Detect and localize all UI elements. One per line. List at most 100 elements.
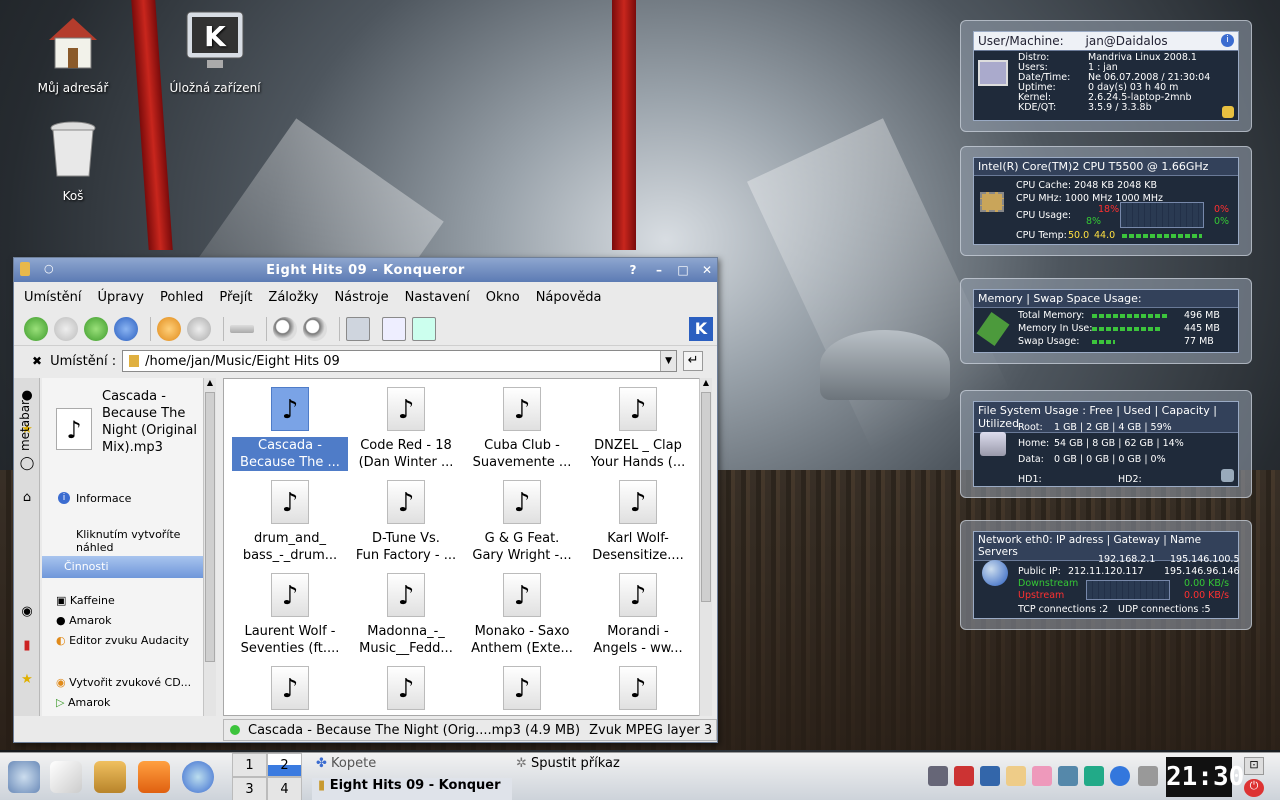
file-item[interactable]: ♪ Code Red - 18 (Dan Winter ... <box>348 387 464 471</box>
menu-edit[interactable]: Úpravy <box>98 290 144 305</box>
go-icon[interactable]: ↵ <box>683 351 704 371</box>
home-icon[interactable] <box>114 316 138 341</box>
file-view-scrollbar[interactable]: ▲ <box>699 378 712 716</box>
display-icon[interactable] <box>980 766 1000 786</box>
task-konqueror[interactable]: ▮ Eight Hits 09 - Konquer <box>312 778 512 800</box>
file-item[interactable]: ♪ Laurent Wolf - Seventies (ft.... <box>232 573 348 657</box>
text-editor-icon[interactable] <box>50 761 82 793</box>
network-icon[interactable] <box>1058 766 1078 786</box>
menu-help[interactable]: Nápověda <box>536 290 602 305</box>
konqueror-icon[interactable] <box>182 761 214 793</box>
home-folder-icon[interactable] <box>94 761 126 793</box>
menu-window[interactable]: Okno <box>486 290 520 305</box>
maximize-button[interactable]: □ <box>674 261 692 279</box>
lock-icon[interactable]: ⊡ <box>1244 757 1264 775</box>
menu-go[interactable]: Přejít <box>219 290 252 305</box>
action-kaffeine[interactable]: ▣ Kaffeine <box>56 594 115 607</box>
action-amarok-2[interactable]: ▷ Amarok <box>56 696 110 709</box>
preview-hint[interactable]: Kliknutím vytvoříte náhled <box>76 528 216 554</box>
info-icon[interactable]: i <box>1221 34 1234 47</box>
file-item[interactable]: ♪ Karl Wolf- Desensitize.... <box>580 480 696 564</box>
browser-icon[interactable] <box>1110 766 1130 786</box>
desktop-3[interactable]: 3 <box>232 777 267 800</box>
scroll-up-arrow[interactable]: ▲ <box>700 378 712 390</box>
window-titlebar[interactable]: ○ Eight Hits 09 - Konqueror ? – □ ✕ <box>14 258 717 282</box>
file-item[interactable]: ♪ Madonna_-_ Music__Fedd... <box>348 573 464 657</box>
vlc-icon[interactable] <box>138 761 170 793</box>
desktop-1[interactable]: 1 <box>232 753 267 777</box>
file-item[interactable]: ♪ Cuba Club - Suavemente ... <box>464 387 580 471</box>
clock[interactable]: 21:30 <box>1166 757 1244 797</box>
clear-location-icon[interactable]: ✖ <box>32 354 42 368</box>
menu-tools[interactable]: Nástroje <box>334 290 388 305</box>
file-label-line: Music__Fedd... <box>359 641 453 656</box>
task-run-command[interactable]: ✲ Spustit příkaz <box>516 756 706 776</box>
file-item[interactable]: ♪ <box>232 666 348 716</box>
sidebar-tab-metabar[interactable] <box>14 514 40 594</box>
up-icon[interactable] <box>84 316 108 341</box>
file-item[interactable]: ♪ <box>464 666 580 716</box>
preview-view-icon[interactable] <box>412 316 436 341</box>
forward-icon[interactable] <box>54 316 78 341</box>
close-button[interactable]: ✕ <box>698 261 716 279</box>
info-label[interactable]: Informace <box>76 492 131 505</box>
icon-view-icon[interactable] <box>346 316 370 341</box>
menu-view[interactable]: Pohled <box>160 290 203 305</box>
sidebar-tab-history[interactable]: ◯ <box>14 446 40 480</box>
reload-icon[interactable] <box>157 316 181 341</box>
filesystem-row-label: Data: <box>1018 454 1044 465</box>
scroll-up-arrow[interactable]: ▲ <box>204 378 216 390</box>
sidebar-tab-network[interactable]: ◉ <box>14 594 40 628</box>
klipper-icon[interactable] <box>954 766 974 786</box>
task-kopete[interactable]: ✤ Kopete <box>312 756 502 776</box>
cut-icon[interactable] <box>230 324 254 333</box>
menu-location[interactable]: Umístění <box>24 290 82 305</box>
desktop-2[interactable]: 2 <box>267 753 302 777</box>
menu-settings[interactable]: Nastavení <box>405 290 470 305</box>
file-item[interactable]: ♪ D-Tune Vs. Fun Factory - ... <box>348 480 464 564</box>
action-amarok[interactable]: ● Amarok <box>56 614 111 627</box>
file-item[interactable]: ♪ <box>580 666 696 716</box>
stop-icon[interactable] <box>187 316 211 341</box>
logout-icon[interactable]: ⏻ <box>1244 779 1264 797</box>
desktop-icon-home[interactable]: Můj adresář <box>18 10 128 95</box>
screenshot-icon[interactable] <box>1138 766 1158 786</box>
scrollbar-thumb[interactable] <box>205 392 215 662</box>
menu-bookmarks[interactable]: Záložky <box>268 290 318 305</box>
actions-header[interactable]: Činnosti <box>42 556 216 578</box>
action-burn-cd[interactable]: ◉ Vytvořit zvukové CD... <box>56 676 191 689</box>
back-icon[interactable] <box>24 316 48 341</box>
sidebar-scrollbar[interactable]: ▲ <box>203 378 216 716</box>
update-icon[interactable] <box>1084 766 1104 786</box>
sidebar-tab-favorites[interactable]: ★ <box>14 662 40 696</box>
disk-config-icon[interactable] <box>1221 469 1234 482</box>
kde-menu-icon[interactable] <box>8 761 40 793</box>
file-item[interactable]: ♪ Cascada - Because The ... <box>232 387 348 471</box>
action-audacity[interactable]: ◐ Editor zvuku Audacity <box>56 634 189 647</box>
desktop-icon-trash[interactable]: Koš <box>18 118 128 203</box>
filesystem-widget: File System Usage : Free | Used | Capaci… <box>960 390 1252 498</box>
sidebar-tab-media[interactable]: ▮ <box>14 628 40 662</box>
help-button[interactable]: ? <box>624 261 642 279</box>
scrollbar-thumb[interactable] <box>701 392 711 602</box>
file-item[interactable]: ♪ Monako - Saxo Anthem (Exte... <box>464 573 580 657</box>
file-item[interactable]: ♪ DNZEL _ Clap Your Hands (... <box>580 387 696 471</box>
knotes-icon[interactable] <box>1006 766 1026 786</box>
zoom-out-icon[interactable] <box>303 316 327 341</box>
file-item[interactable]: ♪ <box>348 666 464 716</box>
location-dropdown[interactable]: ▼ <box>660 351 677 371</box>
kontact-icon[interactable] <box>1032 766 1052 786</box>
location-input[interactable]: /home/jan/Music/Eight Hits 09 ▼ <box>122 350 678 372</box>
zoom-in-icon[interactable] <box>273 316 297 341</box>
config-icon[interactable] <box>1222 106 1234 118</box>
file-item[interactable]: ♪ Morandi - Angels - ww... <box>580 573 696 657</box>
volume-icon[interactable] <box>928 766 948 786</box>
sidebar-tab-home[interactable]: ⌂ <box>14 480 40 514</box>
desktop-icon-storage[interactable]: K Úložná zařízení <box>160 10 270 95</box>
desktop-4[interactable]: 4 <box>267 777 302 800</box>
system-info-panel: User/Machine: jan@Daidalos i Distro: Mand… <box>973 31 1239 121</box>
detail-view-icon[interactable] <box>382 316 406 341</box>
minimize-button[interactable]: – <box>650 261 668 279</box>
file-item[interactable]: ♪ G & G Feat. Gary Wright -... <box>464 480 580 564</box>
file-item[interactable]: ♪ drum_and_ bass_-_drum... <box>232 480 348 564</box>
